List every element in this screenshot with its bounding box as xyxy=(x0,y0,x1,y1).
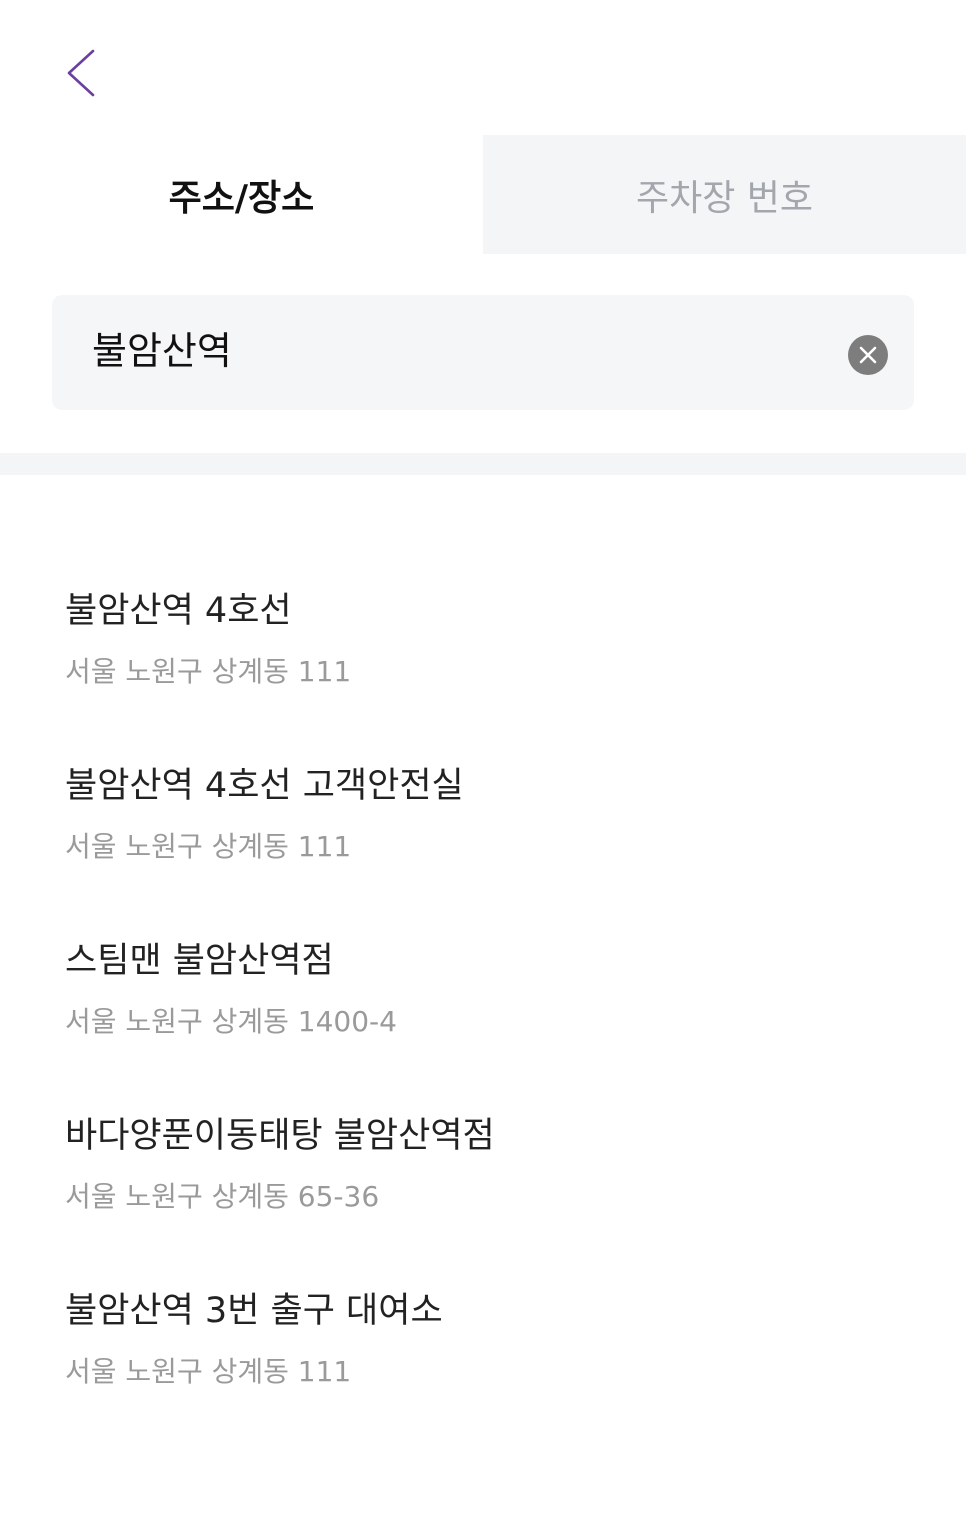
tab-parking-number[interactable]: 주차장 번호 xyxy=(483,135,966,254)
result-item[interactable]: 스팀맨 불암산역점 서울 노원구 상계동 1400-4 xyxy=(0,910,966,1085)
close-icon xyxy=(859,346,877,364)
result-address: 서울 노원구 상계동 65-36 xyxy=(65,1180,380,1213)
result-item[interactable]: 불암산역 4호선 고객안전실 서울 노원구 상계동 111 xyxy=(0,735,966,910)
tab-address-place[interactable]: 주소/장소 xyxy=(0,135,483,254)
screen: 주소/장소 주차장 번호 불암산역 4호선 서울 노원구 상계동 111 불암산… xyxy=(0,0,966,1528)
result-address: 서울 노원구 상계동 111 xyxy=(65,830,352,863)
chevron-left-icon xyxy=(67,49,95,97)
result-name: 바다양푼이동태탕 불암산역점 xyxy=(65,1116,495,1156)
result-item[interactable]: 불암산역 4호선 서울 노원구 상계동 111 xyxy=(0,560,966,735)
result-item[interactable]: 불암산역 3번 출구 대여소 서울 노원구 상계동 111 xyxy=(0,1260,966,1435)
result-address: 서울 노원구 상계동 1400-4 xyxy=(65,1005,397,1038)
result-name: 불암산역 3번 출구 대여소 xyxy=(65,1291,443,1331)
result-address: 서울 노원구 상계동 111 xyxy=(65,655,352,688)
search-input[interactable] xyxy=(92,295,832,400)
result-address: 서울 노원구 상계동 111 xyxy=(65,1355,352,1388)
search-results-list: 불암산역 4호선 서울 노원구 상계동 111 불암산역 4호선 고객안전실 서… xyxy=(0,560,966,1435)
clear-search-button[interactable] xyxy=(848,335,888,375)
search-box xyxy=(52,295,914,410)
search-mode-tabs: 주소/장소 주차장 번호 xyxy=(0,135,966,254)
result-item[interactable]: 바다양푼이동태탕 불암산역점 서울 노원구 상계동 65-36 xyxy=(0,1085,966,1260)
result-name: 불암산역 4호선 고객안전실 xyxy=(65,766,464,806)
result-name: 스팀맨 불암산역점 xyxy=(65,941,334,981)
result-name: 불암산역 4호선 xyxy=(65,591,292,631)
section-divider xyxy=(0,453,966,475)
back-button[interactable] xyxy=(48,36,118,110)
